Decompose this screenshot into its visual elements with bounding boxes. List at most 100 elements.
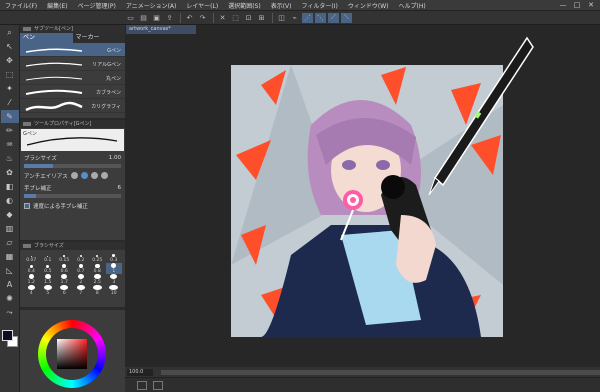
eyedropper-icon[interactable]: ⁄ [1,96,19,109]
brush-size-option[interactable]: 5 [40,285,57,296]
brush-size-option[interactable]: 0.25 [89,252,106,263]
brush-size-option[interactable]: 4 [23,285,40,296]
brush-size-option[interactable]: 1.7 [56,274,73,285]
speed-stabilization-checkbox[interactable] [24,203,30,209]
brush-size-option[interactable]: 0.5 [40,263,57,274]
text-tool-icon[interactable]: A [1,278,19,291]
menu-help[interactable]: ヘルプ(H) [393,1,430,10]
brush-size-option[interactable]: 0.07 [23,252,40,263]
pen-tool-icon[interactable]: ✎ [0,110,19,123]
brush-size-option[interactable]: 0.7 [73,263,90,274]
fill-tool-icon[interactable]: ◆ [1,208,19,221]
brush-size-dot [78,263,83,268]
brush-item-kabura-pen[interactable]: カブラペン [20,85,125,99]
menu-edit[interactable]: 編集(E) [42,1,72,10]
saturation-value-square[interactable] [57,339,87,369]
menu-animation[interactable]: アニメーション(A) [121,1,182,10]
close-button[interactable]: ✕ [584,0,598,11]
airbrush-tool-icon[interactable]: ♨ [1,152,19,165]
brush-size-option[interactable]: 6 [56,285,73,296]
horizontal-scrollbar[interactable] [161,369,600,375]
snap-special-ruler-icon[interactable]: ⋱ [315,12,326,23]
export-icon[interactable]: ⇪ [164,13,175,23]
brush-size-option[interactable]: 10 [106,285,123,296]
menu-window[interactable]: ウィンドウ(W) [343,1,394,10]
brush-size-value[interactable]: 1.00 [109,155,121,161]
stabilization-value[interactable]: 6 [118,185,122,191]
brush-size-option[interactable]: 2 [73,274,90,285]
brush-item-g-pen[interactable]: Gペン [20,43,125,57]
new-file-icon[interactable]: ▭ [125,13,136,23]
canvas-tab[interactable]: artwork_canvas* [126,25,196,34]
brush-tool-icon[interactable]: ♒ [1,138,19,151]
menu-file[interactable]: ファイル(F) [0,1,42,10]
zoom-level-field[interactable]: 100.0 [127,368,153,376]
selection-tool-icon[interactable]: ⬚ [1,68,19,81]
menu-selection[interactable]: 選択範囲(S) [223,1,266,10]
menu-view[interactable]: 表示(V) [266,1,297,10]
menu-layer[interactable]: レイヤー(L) [181,1,223,10]
brush-size-option[interactable]: 0.6 [56,263,73,274]
brush-item-real-g-pen[interactable]: リアルGペン [20,57,125,71]
blend-tool-icon[interactable]: ◐ [1,194,19,207]
foreground-color-swatch[interactable] [2,330,13,341]
brush-size-row: ブラシサイズ 1.00 [20,152,125,164]
save-icon[interactable]: ▣ [151,13,162,23]
brush-size-dot [110,274,118,279]
antialias-options[interactable] [68,171,108,181]
brush-item-calligraphy[interactable]: カリグラフィ [20,99,125,113]
snap-grid-icon[interactable]: ⋰ [302,12,313,23]
brush-size-option[interactable]: 7 [73,285,90,296]
invert-selection-icon[interactable]: ⊞ [256,13,267,23]
menu-page[interactable]: ページ管理(P) [73,1,121,10]
open-file-icon[interactable]: ▤ [138,13,149,23]
eraser-tool-icon[interactable]: ◧ [1,180,19,193]
operation-tool-icon[interactable]: ↖ [1,40,19,53]
brush-size-option[interactable]: 0.8 [89,263,106,274]
correct-line-tool-icon[interactable]: ⤳ [1,306,19,319]
brush-size-slider[interactable] [24,164,121,168]
ruler-tool-icon[interactable]: ◺ [1,264,19,277]
brush-size-option[interactable]: 1.5 [40,274,57,285]
move-tool-icon[interactable]: ✥ [1,54,19,67]
brush-size-option[interactable]: 2.5 [89,274,106,285]
gradient-tool-icon[interactable]: ▥ [1,222,19,235]
zoom-tool-icon[interactable]: ⌕ [1,26,19,39]
brush-size-option[interactable]: 1.2 [23,274,40,285]
maximize-button[interactable]: □ [570,0,584,11]
brush-size-dot [92,285,102,290]
snap-guide-icon[interactable]: ⟍ [341,12,352,23]
balloon-tool-icon[interactable]: ✺ [1,292,19,305]
tab-pen[interactable]: ペン [20,33,73,43]
snap-perspective-icon[interactable]: ⟋ [328,12,339,23]
frame-tool-icon[interactable]: ▦ [1,250,19,263]
brush-size-option[interactable]: 0.4 [23,263,40,274]
brush-size-option[interactable]: 8 [89,285,106,296]
stabilization-slider[interactable] [24,194,121,198]
navigator-icon[interactable] [153,380,163,390]
undo-icon[interactable]: ↶ [184,13,195,23]
show-selection-icon[interactable]: ◫ [276,13,287,23]
figure-tool-icon[interactable]: ▱ [1,236,19,249]
transform-icon[interactable]: ⬚ [230,13,241,23]
brush-size-option[interactable]: 0.15 [56,252,73,263]
color-swatches [2,330,18,352]
brush-item-round-pen[interactable]: 丸ペン [20,71,125,85]
menu-filter[interactable]: フィルター(I) [297,1,343,10]
minimize-button[interactable]: — [556,0,570,11]
brush-size-option[interactable]: 3 [106,274,123,285]
redo-icon[interactable]: ↷ [197,13,208,23]
brush-size-option[interactable]: 0.3 [106,252,123,263]
brush-size-option[interactable]: 0.1 [40,252,57,263]
speed-stabilization-row: 速度による手ブレ補正 [20,200,125,212]
snap-ruler-icon[interactable]: ⌁ [289,13,300,23]
decoration-tool-icon[interactable]: ✿ [1,166,19,179]
layer-list-icon[interactable] [137,380,147,390]
pencil-tool-icon[interactable]: ✏ [1,124,19,137]
brush-size-option[interactable]: 1 [105,263,122,274]
clear-icon[interactable]: ✕ [217,13,228,23]
tab-marker[interactable]: マーカー [72,33,125,43]
auto-select-icon[interactable]: ✦ [1,82,19,95]
brush-size-option[interactable]: 0.2 [73,252,90,263]
deselect-icon[interactable]: ⊡ [243,13,254,23]
